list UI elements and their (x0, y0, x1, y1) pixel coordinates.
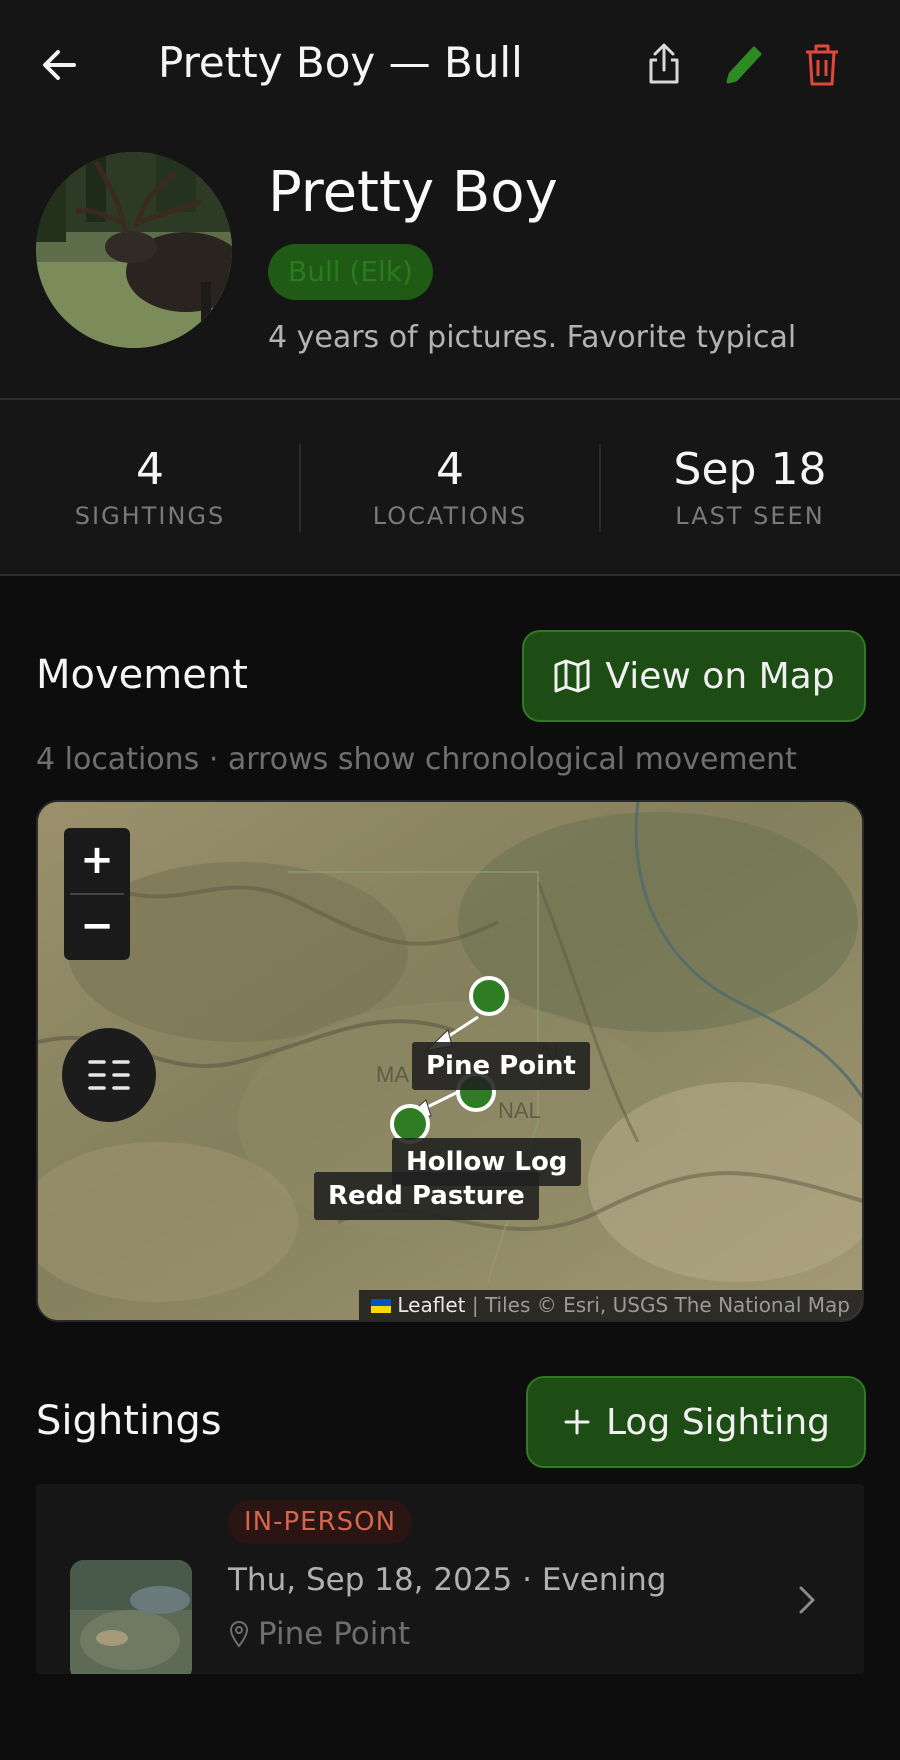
tiles-attribution: | Tiles © Esri, USGS The National Map (465, 1293, 850, 1317)
sightings-title: Sightings (36, 1398, 222, 1444)
location-pin-icon (229, 1621, 249, 1648)
movement-map[interactable]: MA AL NAL + − Pine Point Hollow Log Redd… (36, 800, 864, 1322)
sighting-thumbnail (70, 1560, 192, 1674)
elk-photo (36, 152, 232, 348)
trash-icon (806, 44, 838, 86)
animal-name: Pretty Boy (268, 160, 558, 225)
map-icon (554, 659, 590, 693)
sighting-method-badge: IN-PERSON (228, 1500, 413, 1544)
pencil-icon (726, 46, 762, 84)
back-button[interactable] (36, 40, 86, 90)
stats-row: 4 SIGHTINGS 4 LOCATIONS Sep 18 LAST SEEN (0, 398, 900, 576)
stat-value: 4 (436, 444, 464, 495)
map-place-label: MA (376, 1062, 409, 1087)
view-on-map-label: View on Map (605, 655, 835, 697)
zoom-out-button[interactable]: − (64, 894, 130, 960)
map-attribution: Leaflet | Tiles © Esri, USGS The Nationa… (359, 1290, 862, 1320)
animal-type-badge: Bull (Elk) (268, 244, 433, 300)
share-button[interactable] (642, 40, 686, 88)
avatar (36, 152, 232, 348)
share-icon (649, 43, 679, 84)
stat-sightings: 4 SIGHTINGS (0, 444, 300, 530)
chevron-right-icon (792, 1578, 822, 1622)
layers-icon (88, 1060, 130, 1090)
layers-button[interactable] (62, 1028, 156, 1122)
stat-label: LOCATIONS (372, 502, 528, 530)
ukraine-flag-icon (371, 1299, 392, 1313)
sighting-date: Thu, Sep 18, 2025 · Evening (228, 1562, 667, 1598)
animal-profile: Pretty Boy Bull (Elk) 4 years of picture… (0, 130, 900, 398)
map-marker[interactable] (469, 976, 509, 1016)
page-title: Pretty Boy — Bull (158, 38, 523, 87)
delete-button[interactable] (800, 40, 844, 88)
map-location-label: Redd Pasture (314, 1172, 539, 1220)
animal-description: 4 years of pictures. Favorite typical (268, 320, 797, 355)
stat-locations: 4 LOCATIONS (300, 444, 600, 530)
map-location-label: Pine Point (412, 1042, 590, 1090)
sighting-location-label: Pine Point (258, 1616, 411, 1652)
sighting-photo (70, 1560, 192, 1674)
stat-value: 4 (136, 444, 164, 495)
movement-title: Movement (36, 652, 248, 698)
zoom-control: + − (64, 828, 130, 960)
log-sighting-label: Log Sighting (605, 1401, 831, 1443)
movement-subtitle: 4 locations · arrows show chronological … (36, 742, 797, 777)
stat-value: Sep 18 (673, 444, 827, 495)
stat-label: LAST SEEN (675, 502, 825, 530)
arrow-left-icon (43, 50, 76, 80)
zoom-in-button[interactable]: + (64, 828, 130, 894)
stat-last-seen: Sep 18 LAST SEEN (600, 444, 900, 530)
sighting-list-item[interactable]: IN-PERSON Thu, Sep 18, 2025 · Evening Pi… (36, 1484, 864, 1674)
view-on-map-button[interactable]: View on Map (522, 630, 866, 722)
map-place-label: NAL (498, 1098, 541, 1123)
top-app-bar: Pretty Boy — Bull (0, 0, 900, 130)
stat-label: SIGHTINGS (74, 502, 226, 530)
log-sighting-button[interactable]: Log Sighting (526, 1376, 866, 1468)
plus-icon (564, 1409, 590, 1435)
map-marker[interactable] (390, 1104, 430, 1144)
edit-button[interactable] (720, 40, 764, 88)
leaflet-link[interactable]: Leaflet (397, 1293, 465, 1317)
sighting-location: Pine Point (228, 1616, 410, 1652)
